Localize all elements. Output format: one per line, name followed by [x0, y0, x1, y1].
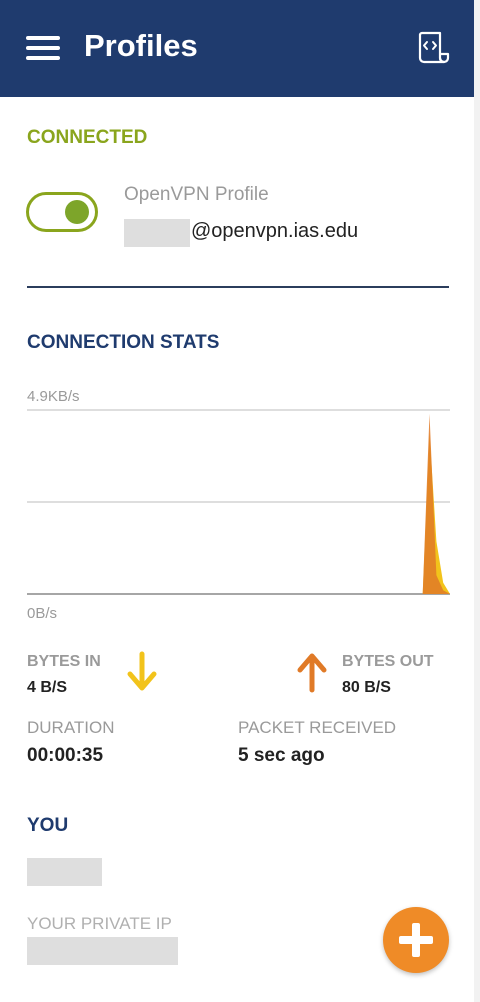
bytes-in-series — [27, 432, 450, 594]
duration-label: DURATION — [27, 718, 115, 737]
private-ip-label: YOUR PRIVATE IP — [27, 914, 172, 933]
bytes-in-label: BYTES IN — [27, 653, 101, 670]
divider — [27, 286, 449, 288]
hamburger-menu-icon[interactable] — [26, 36, 60, 60]
redacted-public-ip — [27, 858, 102, 886]
connection-toggle[interactable] — [26, 192, 98, 232]
duration-value: 00:00:35 — [27, 745, 104, 766]
packet-received-label: PACKET RECEIVED — [238, 718, 397, 737]
screen-edge — [474, 0, 480, 1002]
bytes-out-value: 80 B/S — [342, 679, 391, 696]
add-profile-button[interactable] — [383, 907, 449, 973]
redacted-private-ip — [27, 937, 178, 965]
bytes-in-value: 4 B/S — [27, 679, 68, 696]
you-section-title: YOU — [27, 815, 69, 836]
toggle-knob — [65, 200, 89, 224]
y-axis-min-label: 0B/s — [27, 605, 57, 622]
profile-host: @openvpn.ias.edu — [191, 220, 359, 242]
redacted-username — [124, 219, 190, 247]
page-title: Profiles — [84, 28, 198, 63]
y-axis-max-label: 4.9KB/s — [27, 388, 80, 405]
arrow-down-icon — [127, 651, 157, 691]
import-profile-icon[interactable] — [414, 30, 450, 66]
throughput-chart: 4.9KB/s 0B/s — [27, 388, 450, 622]
app-bar: Profiles — [0, 0, 474, 97]
connection-status: CONNECTED — [27, 127, 148, 148]
bytes-out-label: BYTES OUT — [342, 653, 434, 670]
arrow-up-icon — [297, 653, 327, 693]
packet-received-value: 5 sec ago — [238, 745, 325, 766]
profile-name: OpenVPN Profile — [124, 184, 269, 205]
bytes-out-series — [27, 413, 450, 594]
connection-stats-title: CONNECTION STATS — [27, 332, 220, 353]
